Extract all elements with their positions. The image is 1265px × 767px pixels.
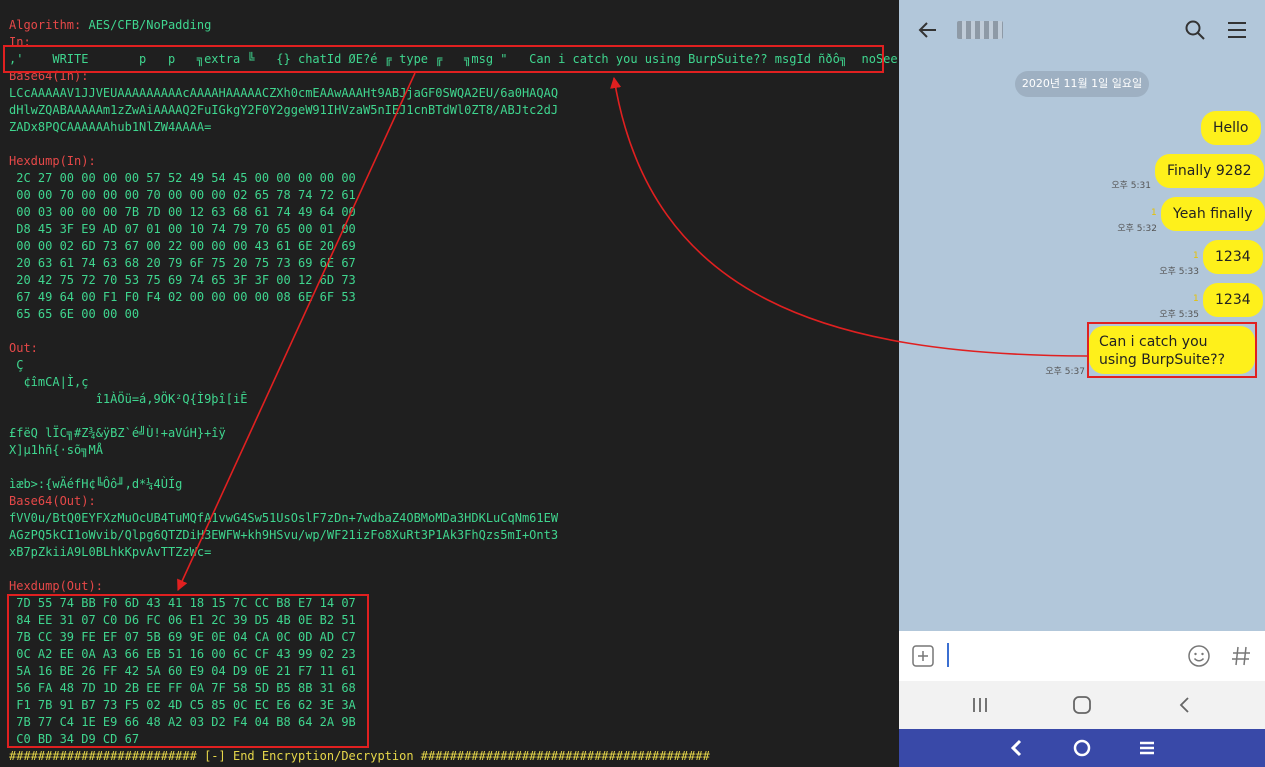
in-highlight-box [3,45,884,73]
chat-header [899,0,1265,62]
out-line: £fëQ lÏC╗#Z¾&ÿBZ`é╝Ù!+aVúH}+îÿ [9,426,226,440]
base64-in-line: dHlwZQABAAAAAm1zZwAiAAAAQ2FuIGkgY2F0Y2gg… [9,103,559,117]
base64-out-line: fVV0u/BtQ0EYFXzMuOcUB4TuMQfA1vwG4Sw51UsO… [9,511,559,525]
base64-out-line: AGzPQ5kCI1oWvib/Qlpg6QTZDiH3EWFW+kh9HSvu… [9,528,559,542]
menu-icon[interactable] [1225,18,1249,42]
android-nav-bar [899,681,1265,729]
hexdump-in-label: Hexdump(In): [9,154,96,168]
unread-count: 1 [1193,294,1199,304]
back-arrow-icon[interactable] [916,18,940,42]
recent-apps-icon[interactable] [969,695,991,715]
hexdump-in-row: 2C 27 00 00 00 00 57 52 49 54 45 00 00 0… [9,171,356,185]
hexdump-in-row: D8 45 3F E9 AD 07 01 00 10 74 79 70 65 0… [9,222,356,236]
message-time: 오후 5:33 [1159,267,1199,277]
message-highlight-box [1087,322,1257,378]
message-bubble[interactable]: Yeah finally [1161,197,1265,231]
base64-in-line: ZADx8PQCAAAAAAhub1NlZW4AAAA= [9,120,212,134]
host-menu-icon[interactable] [1137,738,1157,758]
footer-line: ########################## [-] End Encry… [9,749,710,763]
host-back-icon[interactable] [1007,738,1027,758]
text-cursor[interactable] [947,643,949,667]
out-line: X]µ1hñ{·sõ╗MÅ [9,443,103,457]
date-divider: 2020년 11월 1일 일요일 [1015,71,1149,97]
message-bubble[interactable]: Hello [1201,111,1261,145]
hexdump-in-row: 00 00 70 00 00 00 70 00 00 00 02 65 78 7… [9,188,356,202]
search-icon[interactable] [1183,18,1207,42]
host-nav-bar [899,729,1265,767]
contact-name-blurred [957,21,1003,39]
out-label: Out: [9,341,38,355]
algorithm-label: Algorithm: [9,18,82,32]
unread-count: 1 [1193,251,1199,261]
message-bubble[interactable]: Finally 9282 [1155,154,1264,188]
out-line: ¢îmCA|Ì,ç [9,375,89,389]
hexdump-in-row: 20 63 61 74 63 68 20 79 6F 75 20 75 73 6… [9,256,356,270]
hexdump-in-row: 00 00 02 6D 73 67 00 22 00 00 00 43 61 6… [9,239,356,253]
message-bubble[interactable]: 1234 [1203,240,1263,274]
message-time: 오후 5:32 [1117,224,1157,234]
hexdump-out-highlight-box [7,594,369,748]
base64-out-label: Base64(Out): [9,494,96,508]
out-line: ìæb>:{wÄéfH¢╚Ôô╜,d*¼4ÙÍg [9,477,183,491]
base64-in-line: LCcAAAAAV1JJVEUAAAAAAAAAcAAAAHAAAAACZXh0… [9,86,559,100]
terminal-window: Algorithm: AES/CFB/NoPadding In: ,' WRIT… [0,0,898,767]
message-time: 오후 5:35 [1159,310,1199,320]
hexdump-out-label: Hexdump(Out): [9,579,103,593]
back-icon[interactable] [1174,695,1196,715]
message-time: 오후 5:31 [1111,181,1151,191]
hexdump-in-row: 65 65 6E 00 00 00 [9,307,140,321]
phone-chat-screen: 2020년 11월 1일 일요일 Hello 오후 5:31 Finally 9… [899,0,1265,767]
out-line: î1ÀÖü=á,9ÖK²Q{Ì9þî[iÊ [9,392,248,406]
base64-out-line: xB7pZkiiA9L0BLhkKpvAvTTZzWc= [9,545,212,559]
message-bubble[interactable]: 1234 [1203,283,1263,317]
emoji-icon[interactable] [1187,644,1211,668]
out-line: Ç [9,358,24,372]
unread-count: 1 [1151,208,1157,218]
home-icon[interactable] [1071,695,1093,715]
hexdump-in-row: 67 49 64 00 F1 F0 F4 02 00 00 00 00 08 6… [9,290,356,304]
algorithm-line: Algorithm: AES/CFB/NoPadding [9,17,211,34]
hexdump-in-row: 20 42 75 72 70 53 75 69 74 65 3F 3F 00 1… [9,273,356,287]
message-time: 오후 5:37 [1045,367,1085,377]
hashtag-icon[interactable] [1229,644,1253,668]
message-input-bar [899,631,1265,681]
host-home-icon[interactable] [1072,738,1092,758]
hexdump-in-row: 00 03 00 00 00 7B 7D 00 12 63 68 61 74 4… [9,205,356,219]
plus-icon[interactable] [911,644,935,668]
algorithm-value: AES/CFB/NoPadding [88,18,212,32]
